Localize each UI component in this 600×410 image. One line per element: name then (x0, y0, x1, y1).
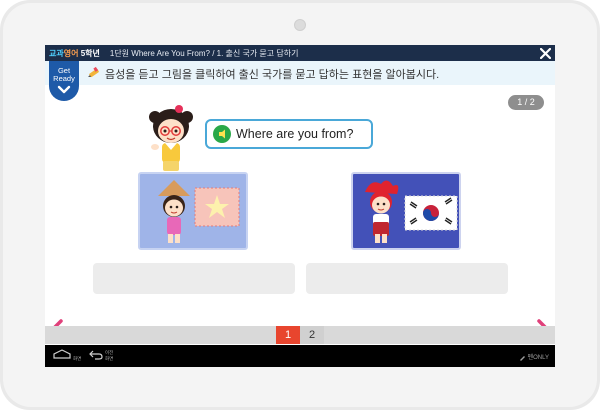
picture-card-vietnam[interactable] (138, 172, 248, 250)
page-button-2[interactable]: 2 (300, 326, 324, 344)
pencil-icon (88, 66, 99, 78)
badge-line-2: Ready (53, 74, 75, 83)
brand-part-3: 5학년 (78, 48, 100, 58)
title-bar: 교과영어 5학년 1단원 Where Are You From? / 1. 출신… (45, 45, 555, 61)
chevron-down-icon (57, 85, 71, 94)
instruction-bar: 음성을 듣고 그림을 클릭하여 출신 국가를 묻고 답하는 표현을 알아봅시다. (45, 61, 555, 85)
back-button[interactable]: 이전 화면 (89, 348, 119, 364)
app-screen: 교과영어 5학년 1단원 Where Are You From? / 1. 출신… (45, 45, 555, 367)
instruction-text: 음성을 듣고 그림을 클릭하여 출신 국가를 묻고 답하는 표현을 알아봅시다. (105, 69, 440, 81)
brand-part-1: 교과 (49, 48, 64, 58)
girl-character-illustration (149, 105, 193, 171)
pen-icon (519, 355, 525, 361)
camera-icon (294, 19, 306, 31)
picture-card-korea[interactable] (351, 172, 461, 250)
korea-boy-illustration (365, 180, 458, 243)
page-button-1[interactable]: 1 (276, 326, 300, 344)
get-ready-badge[interactable]: Get Ready (49, 61, 79, 101)
speech-bubble-text: Where are you from? (236, 127, 354, 141)
home-icon (53, 349, 71, 359)
breadcrumb: 1단원 Where Are You From? / 1. 출신 국가 묻고 답하… (109, 48, 299, 58)
system-navigation-bar: 화면 이전 화면 펜ONLY (45, 345, 555, 367)
tablet-frame: 교과영어 5학년 1단원 Where Are You From? / 1. 출신… (0, 0, 600, 410)
answer-box-right[interactable] (306, 263, 508, 294)
home-button[interactable]: 화면 (53, 348, 82, 364)
speech-bubble[interactable]: Where are you from? (205, 119, 373, 149)
pen-only-label: 펜ONLY (527, 355, 549, 361)
vietnam-girl-illustration (158, 180, 240, 243)
close-icon (539, 47, 551, 59)
page-indicator: 1 / 2 (508, 95, 544, 110)
home-label: 화면 (73, 356, 82, 361)
close-button[interactable] (538, 45, 552, 61)
answer-box-left[interactable] (93, 263, 295, 294)
back-label-2: 화면 (105, 356, 114, 361)
speaker-icon (219, 129, 225, 139)
back-icon (89, 350, 103, 360)
speaker-button[interactable] (213, 125, 231, 143)
pen-only-toggle[interactable]: 펜ONLY (519, 352, 549, 361)
brand-logo: 교과영어 5학년 (49, 48, 100, 59)
page-navigation-bar: 1 2 (45, 326, 555, 344)
brand-part-2: 영어 (63, 48, 79, 58)
